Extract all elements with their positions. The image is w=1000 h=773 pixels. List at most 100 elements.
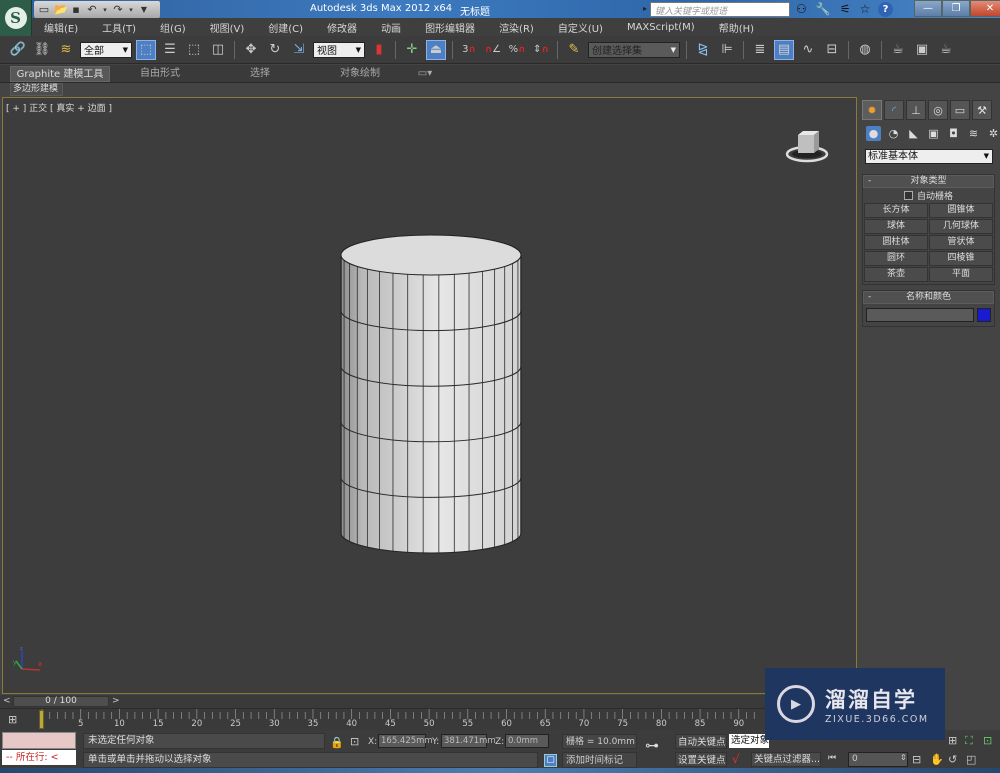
select-and-rotate-icon[interactable]: ↻: [265, 40, 285, 60]
cylinder-button[interactable]: 圆柱体: [864, 235, 928, 250]
undo-dropdown-icon[interactable]: ▾: [102, 4, 108, 16]
sphere-button[interactable]: 球体: [864, 219, 928, 234]
set-key-button[interactable]: 设置关键点: [675, 752, 727, 767]
curve-editor-mini-icon[interactable]: ⊞: [8, 713, 17, 726]
object-type-rollout-header[interactable]: - 对象类型: [863, 175, 994, 188]
redo-dropdown-icon[interactable]: ▾: [128, 4, 134, 16]
selection-set-dropdown[interactable]: 选定对象: [729, 734, 769, 748]
help-button[interactable]: ?: [878, 2, 893, 17]
select-manipulate-icon[interactable]: ✛: [402, 40, 422, 60]
pyramid-button[interactable]: 四棱锥: [929, 251, 993, 266]
helpers-icon[interactable]: ◘: [946, 126, 961, 141]
menu-views[interactable]: 视图(V): [198, 20, 257, 35]
name-and-color-rollout-header[interactable]: - 名称和颜色: [863, 291, 994, 304]
teapot-button[interactable]: 茶壶: [864, 267, 928, 282]
menu-create[interactable]: 创建(C): [256, 20, 315, 35]
percent-snap-icon[interactable]: % ∩: [507, 40, 527, 60]
menu-modifiers[interactable]: 修改器: [315, 20, 369, 35]
absolute-relative-toggle-icon[interactable]: ⊡: [350, 735, 359, 748]
primitive-type-dropdown[interactable]: 标准基本体 ▼: [865, 149, 993, 164]
space-warps-icon[interactable]: ≋: [966, 126, 981, 141]
align-icon[interactable]: ⊫: [717, 40, 737, 60]
menu-group[interactable]: 组(G): [148, 20, 198, 35]
satellite-icon[interactable]: ⚟: [840, 2, 851, 17]
render-setup-icon[interactable]: ☕: [888, 40, 908, 60]
menu-help[interactable]: 帮助(H): [707, 20, 766, 35]
current-frame-spinner[interactable]: 0: [848, 752, 908, 767]
menu-animation[interactable]: 动画: [369, 20, 413, 35]
customize-toolbar-icon[interactable]: ▼: [138, 4, 150, 16]
utilities-tab-icon[interactable]: ⚒: [972, 100, 992, 120]
minimize-button[interactable]: —: [914, 0, 942, 17]
selection-filter-dropdown[interactable]: 全部 ▼: [80, 41, 132, 58]
box-button[interactable]: 长方体: [864, 203, 928, 218]
menu-customize[interactable]: 自定义(U): [546, 20, 615, 35]
viewcube-front-face[interactable]: [798, 135, 814, 153]
binoculars-icon[interactable]: ⚇: [796, 2, 807, 17]
time-slider-prev-button[interactable]: <: [3, 696, 13, 707]
torus-button[interactable]: 圆环: [864, 251, 928, 266]
unlink-selection-icon[interactable]: ⛓: [32, 40, 52, 60]
cylinder-side[interactable]: [340, 254, 522, 554]
autogrid-option[interactable]: 自动栅格: [863, 188, 994, 203]
app-menu-button[interactable]: S: [0, 0, 32, 36]
zoom-extents-selected-icon[interactable]: ⛶: [965, 734, 973, 748]
maxscript-listener-input[interactable]: [2, 732, 76, 749]
material-editor-icon[interactable]: ◍: [855, 40, 875, 60]
maximize-button[interactable]: ❐: [942, 0, 970, 17]
time-tag-icon[interactable]: ▢: [544, 754, 557, 767]
undo-icon[interactable]: ↶: [86, 3, 98, 16]
min-max-toggle-icon[interactable]: ◰: [966, 753, 976, 766]
bind-to-space-warp-icon[interactable]: ≋: [56, 40, 76, 60]
snaps-toggle-icon[interactable]: 3 ∩: [459, 40, 479, 60]
select-and-link-icon[interactable]: 🔗: [8, 40, 28, 60]
motion-tab-icon[interactable]: ◎: [928, 100, 948, 120]
cameras-icon[interactable]: ▣: [926, 126, 941, 141]
star-icon[interactable]: ☆: [859, 2, 870, 17]
reference-coordinate-dropdown[interactable]: 视图 ▼: [313, 41, 365, 58]
cylinder-top-cap[interactable]: [340, 234, 522, 276]
object-color-swatch[interactable]: [977, 308, 991, 322]
maximize-viewport-icon[interactable]: ⊡: [983, 734, 992, 747]
search-expand-icon[interactable]: ▸: [643, 4, 647, 13]
shapes-icon[interactable]: ◔: [886, 126, 901, 141]
geosphere-button[interactable]: 几何球体: [929, 219, 993, 234]
menu-edit[interactable]: 编辑(E): [32, 20, 90, 35]
menu-maxscript[interactable]: MAXScript(M): [615, 22, 707, 33]
time-slider[interactable]: [0, 695, 855, 708]
y-coord-field[interactable]: 381.471mm: [441, 734, 496, 748]
close-button[interactable]: ✕: [970, 0, 1000, 17]
select-and-move-icon[interactable]: ✥: [241, 40, 261, 60]
angle-snap-icon[interactable]: ∩ ∠: [483, 40, 503, 60]
rendered-frame-window-icon[interactable]: ▣: [912, 40, 932, 60]
display-tab-icon[interactable]: ▭: [950, 100, 970, 120]
open-file-icon[interactable]: 📂: [54, 3, 68, 16]
maxscript-output-line[interactable]: -- 所在行: <: [2, 750, 76, 765]
redo-icon[interactable]: ↷: [112, 3, 124, 16]
render-production-icon[interactable]: ☕: [936, 40, 956, 60]
systems-icon[interactable]: ✲: [986, 126, 1000, 141]
current-frame-marker[interactable]: [39, 710, 44, 729]
menu-rendering[interactable]: 渲染(R): [487, 20, 546, 35]
keyboard-shortcut-override-icon[interactable]: ⏏: [426, 39, 446, 60]
select-object-icon[interactable]: ⬚: [136, 39, 156, 60]
layer-manager-icon[interactable]: ≣: [750, 40, 770, 60]
field-of-view-icon[interactable]: ⊟: [912, 753, 921, 766]
time-slider-thumb[interactable]: 0 / 100: [13, 696, 109, 707]
edit-named-selection-icon[interactable]: ✎: [564, 40, 584, 60]
schematic-view-icon[interactable]: ⊟: [822, 40, 842, 60]
tab-selection[interactable]: 选择: [210, 66, 310, 82]
viewcube[interactable]: [785, 127, 830, 165]
plane-button[interactable]: 平面: [929, 267, 993, 282]
viewport-label[interactable]: [ + ] 正交 [ 真实 + 边面 ]: [6, 101, 112, 114]
set-key-icon[interactable]: ⊶: [645, 738, 659, 754]
autogrid-checkbox[interactable]: [903, 191, 913, 200]
cylinder-object[interactable]: [338, 233, 524, 555]
lights-icon[interactable]: ◣: [906, 126, 921, 141]
mirror-icon[interactable]: ⧎: [693, 40, 713, 60]
selection-lock-icon[interactable]: 🔒: [330, 736, 344, 749]
time-slider-next-button[interactable]: >: [112, 696, 122, 707]
curve-editor-icon[interactable]: ∿: [798, 40, 818, 60]
tab-freeform[interactable]: 自由形式: [110, 66, 210, 82]
pivot-center-icon[interactable]: ▮: [369, 40, 389, 60]
